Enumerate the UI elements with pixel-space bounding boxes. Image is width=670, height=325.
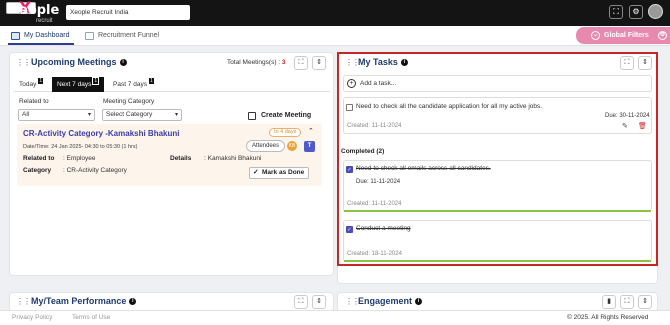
create-meeting-button[interactable]: Create Meeting: [246, 109, 311, 123]
highlight-outline: [337, 52, 658, 266]
mark-as-done-button[interactable]: ✓ Mark as Done: [249, 167, 310, 179]
organization-search-input[interactable]: Xeople Recruit India: [66, 5, 190, 20]
terms-of-use-link[interactable]: Terms of Use: [72, 314, 110, 321]
tab-today[interactable]: Today 1: [14, 77, 49, 92]
xeople-logo[interactable]: X eople recruit: [6, 0, 60, 24]
filter-icon: ⌄: [591, 31, 600, 40]
tab-next-7-days[interactable]: Next 7 days 1: [52, 77, 105, 92]
panel-title: Upcoming Meetings i: [31, 57, 127, 67]
avatar[interactable]: [648, 4, 663, 19]
tab-past-7-days-label: Past 7 days: [113, 81, 147, 88]
fullscreen-icon[interactable]: ⛶: [609, 5, 623, 19]
collapse-icon[interactable]: ⇕: [312, 56, 326, 70]
info-icon[interactable]: i: [129, 298, 137, 306]
info-icon[interactable]: i: [119, 59, 127, 67]
attendee-avatar: KB: [287, 141, 297, 151]
global-filters-label: Global Filters: [604, 32, 649, 39]
meeting-datetime: Date/Time: 24 Jan 2025- 04:30 to 05:30 (…: [23, 144, 138, 150]
teams-icon[interactable]: T: [304, 141, 315, 152]
attendees-button[interactable]: Attendees: [246, 140, 286, 152]
related-to-value: All: [22, 111, 30, 118]
total-meetings-label: Total Meetings(s) :: [227, 59, 281, 66]
engagement-title: Engagement: [358, 296, 413, 306]
count-badge: 1: [37, 77, 45, 85]
funnel-icon: [85, 32, 94, 40]
total-meetings-count: 3: [281, 59, 286, 66]
count-badge: 1: [92, 77, 100, 85]
collapse-icon[interactable]: ⇕: [638, 295, 652, 309]
tab-label: My Dashboard: [24, 32, 70, 39]
info-icon[interactable]: i: [415, 298, 423, 306]
meeting-category-select[interactable]: Select Category ▾: [102, 109, 182, 121]
bar-chart-icon[interactable]: ▮: [602, 295, 616, 309]
logo-subtext: recruit: [36, 18, 53, 24]
check-icon: ✓: [253, 169, 259, 176]
status-badge: In 4 days: [269, 128, 302, 137]
filter-settings-icon[interactable]: ⚙: [658, 31, 667, 40]
chevron-down-icon: ▾: [87, 112, 91, 118]
expand-icon[interactable]: ⛶: [294, 56, 308, 70]
chevron-up-icon[interactable]: ⌃: [308, 127, 314, 135]
create-meeting-label: Create Meeting: [261, 112, 312, 119]
drag-handle-icon[interactable]: ⋮⋮: [16, 59, 31, 68]
related-to-label: Related to: [19, 98, 49, 105]
calendar-icon: [248, 112, 256, 120]
count-badge: 1: [147, 77, 155, 85]
panel-title: My/Team Performance i: [31, 296, 137, 306]
tab-my-dashboard[interactable]: My Dashboard: [8, 29, 74, 45]
tab-today-label: Today: [19, 81, 37, 88]
total-meetings: Total Meetings(s) : 3: [227, 59, 286, 66]
top-bar: X eople recruit Xeople Recruit India ⛶ ⚙: [0, 0, 670, 26]
privacy-policy-link[interactable]: Privacy Policy: [12, 314, 52, 321]
dashboard-icon: [11, 32, 20, 40]
expand-icon[interactable]: ⛶: [294, 295, 308, 309]
chevron-down-icon: ▾: [174, 112, 178, 118]
details-key: Details: [170, 155, 192, 162]
logo-text: eople: [19, 3, 60, 18]
related-to-select[interactable]: All ▾: [18, 109, 95, 121]
meeting-category-label: Meeting Category: [103, 98, 155, 105]
performance-title: My/Team Performance: [31, 296, 127, 306]
collapse-icon[interactable]: ⇕: [312, 295, 326, 309]
copyright-text: © 2025. All Rights Reserved: [567, 314, 649, 321]
panel-title: Engagement i: [358, 296, 423, 306]
dashboard-tabs: My Dashboard Recruitment Funnel: [0, 26, 670, 46]
footer: Privacy Policy Terms of Use © 2025. All …: [0, 310, 670, 325]
related-to-value: : Employee: [63, 155, 96, 162]
settings-gear-icon[interactable]: ⚙: [629, 5, 643, 19]
upcoming-meetings-title: Upcoming Meetings: [31, 57, 117, 67]
meeting-title[interactable]: CR-Activity Category -Kamakshi Bhakuni: [23, 129, 179, 138]
drag-handle-icon[interactable]: ⋮⋮: [16, 298, 31, 307]
expand-icon[interactable]: ⛶: [620, 295, 634, 309]
tab-recruitment-funnel[interactable]: Recruitment Funnel: [82, 29, 172, 45]
drag-handle-icon[interactable]: ⋮⋮: [345, 298, 360, 307]
tab-next-7-days-label: Next 7 days: [57, 81, 92, 88]
details-value: : Kamakshi Bhakuni: [204, 155, 262, 162]
tab-label: Recruitment Funnel: [98, 32, 160, 39]
meeting-category-value: Select Category: [106, 111, 153, 118]
mark-as-done-label: Mark as Done: [262, 169, 305, 176]
category-key: Category: [23, 167, 52, 174]
global-filters-button[interactable]: ⌄ Global Filters ⚙: [576, 27, 670, 44]
tab-past-7-days[interactable]: Past 7 days 1: [108, 77, 160, 92]
related-to-key: Related to: [23, 155, 55, 162]
meeting-range-tabs: Today 1 Next 7 days 1 Past 7 days 1: [14, 77, 330, 92]
category-value: : CR-Activity Category: [63, 167, 127, 174]
